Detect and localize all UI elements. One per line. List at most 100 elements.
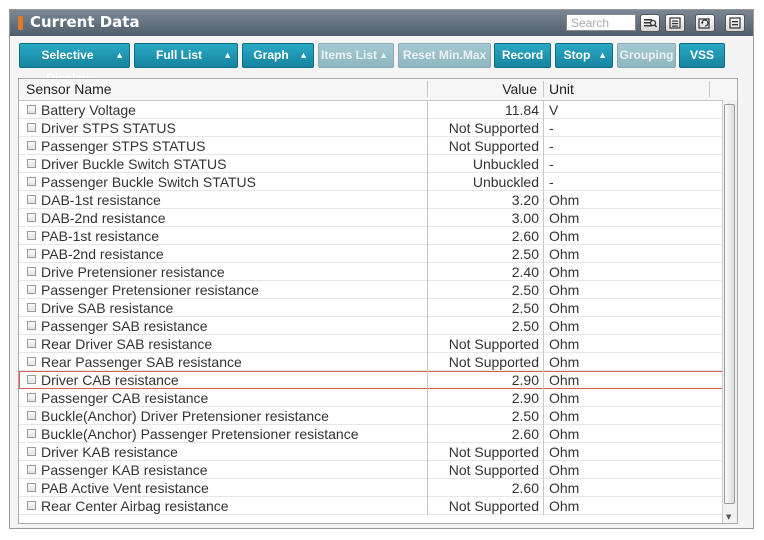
sensor-value: 2.40	[427, 263, 539, 281]
row-checkbox[interactable]	[27, 465, 36, 474]
chevron-updown-icon: ▲	[379, 50, 388, 60]
row-checkbox[interactable]	[27, 285, 36, 294]
table-row[interactable]: Passenger KAB resistance Not Supported Ohm	[19, 461, 729, 479]
table-row[interactable]: PAB-1st resistance 2.60 Ohm	[19, 227, 729, 245]
table-row[interactable]: PAB Active Vent resistance 2.60 Ohm	[19, 479, 729, 497]
row-checkbox[interactable]	[27, 447, 36, 456]
sensor-unit: Ohm	[543, 479, 579, 497]
list-icon[interactable]	[665, 14, 685, 32]
row-checkbox[interactable]	[27, 411, 36, 420]
table-row[interactable]: Drive Pretensioner resistance 2.40 Ohm	[19, 263, 729, 281]
refresh-icon[interactable]	[695, 14, 715, 32]
sensor-name: Passenger Buckle Switch STATUS	[41, 174, 257, 190]
scroll-down-icon[interactable]: ▼	[726, 513, 731, 521]
table-row[interactable]: DAB-1st resistance 3.20 Ohm	[19, 191, 729, 209]
row-checkbox[interactable]	[27, 321, 36, 330]
row-checkbox[interactable]	[27, 303, 36, 312]
row-checkbox[interactable]	[27, 249, 36, 258]
table-row[interactable]: Rear Passenger SAB resistance Not Support…	[19, 353, 729, 371]
sensor-value: 2.50	[427, 407, 539, 425]
row-checkbox[interactable]	[27, 195, 36, 204]
table-row[interactable]: Drive SAB resistance 2.50 Ohm	[19, 299, 729, 317]
row-checkbox[interactable]	[27, 267, 36, 276]
table-row[interactable]: Passenger SAB resistance 2.50 Ohm	[19, 317, 729, 335]
table-row[interactable]: Battery Voltage 11.84 V	[19, 101, 729, 119]
column-divider[interactable]	[543, 81, 544, 97]
table-row[interactable]: Buckle(Anchor) Passenger Pretensioner re…	[19, 425, 729, 443]
sensor-name: Drive Pretensioner resistance	[41, 264, 225, 280]
row-checkbox[interactable]	[27, 105, 36, 114]
sensor-unit: Ohm	[543, 461, 579, 479]
column-header-sensor-name[interactable]: Sensor Name	[26, 81, 112, 97]
column-header-value[interactable]: Value	[459, 81, 537, 97]
sensor-unit: Ohm	[543, 191, 579, 209]
row-checkbox[interactable]	[27, 357, 36, 366]
sensor-name: Buckle(Anchor) Passenger Pretensioner re…	[41, 426, 359, 442]
sensor-name: Battery Voltage	[41, 102, 136, 118]
sensor-value: 2.50	[427, 299, 539, 317]
reset-min-max-button[interactable]: Reset Min.Max	[398, 43, 491, 68]
table-row[interactable]: Driver CAB resistance 2.90 Ohm	[19, 371, 729, 389]
column-header-unit[interactable]: Unit	[549, 81, 574, 97]
table-row[interactable]: Driver KAB resistance Not Supported Ohm	[19, 443, 729, 461]
row-checkbox[interactable]	[27, 483, 36, 492]
table-row[interactable]: Rear Driver SAB resistance Not Supported O…	[19, 335, 729, 353]
table-row[interactable]: PAB-2nd resistance 2.50 Ohm	[19, 245, 729, 263]
graph-dropdown[interactable]: Graph ▲	[242, 43, 314, 68]
row-checkbox[interactable]	[27, 213, 36, 222]
sensor-unit: Ohm	[543, 209, 579, 227]
sensor-unit: Ohm	[543, 263, 579, 281]
row-checkbox[interactable]	[27, 339, 36, 348]
table-row[interactable]: Passenger Pretensioner resistance 2.50 Ohm	[19, 281, 729, 299]
row-checkbox[interactable]	[27, 501, 36, 510]
sensor-value: Unbuckled	[427, 173, 539, 191]
title-marker	[18, 16, 23, 30]
column-divider[interactable]	[709, 81, 710, 97]
sensor-name: Passenger CAB resistance	[41, 390, 209, 406]
scrollbar-thumb[interactable]	[724, 104, 735, 504]
search-input[interactable]: Search	[566, 14, 636, 31]
row-checkbox[interactable]	[27, 123, 36, 132]
sensor-unit: Ohm	[543, 317, 579, 335]
table-row[interactable]: Rear Center Airbag resistance Not Support…	[19, 497, 729, 515]
sensor-unit: -	[543, 173, 554, 191]
row-checkbox[interactable]	[27, 159, 36, 168]
vss-button[interactable]: VSS	[679, 43, 725, 68]
stop-dropdown[interactable]: Stop ▲	[555, 43, 613, 68]
search-icon[interactable]	[640, 14, 660, 32]
table-row[interactable]: Passenger Buckle Switch STATUS Unbuckled -	[19, 173, 729, 191]
table-row[interactable]: Passenger CAB resistance 2.90 Ohm	[19, 389, 729, 407]
row-checkbox[interactable]	[27, 429, 36, 438]
sensor-name: Driver STPS STATUS	[41, 120, 176, 136]
sensor-value: Unbuckled	[427, 155, 539, 173]
table-row[interactable]: Driver Buckle Switch STATUS Unbuckled -	[19, 155, 729, 173]
items-list-dropdown[interactable]: Items List ▲	[318, 43, 394, 68]
row-checkbox[interactable]	[27, 177, 36, 186]
sensor-unit: Ohm	[543, 245, 579, 263]
table-body: Battery Voltage 11.84 V Driver STPS STATUS N…	[19, 101, 729, 515]
record-button[interactable]: Record	[494, 43, 551, 68]
table-row[interactable]: Driver STPS STATUS Not Supported -	[19, 119, 729, 137]
table-row[interactable]: Buckle(Anchor) Driver Pretensioner resis…	[19, 407, 729, 425]
sensor-value: 2.50	[427, 281, 539, 299]
row-checkbox[interactable]	[27, 375, 36, 384]
sensor-value: Not Supported	[427, 461, 539, 479]
sensor-unit: V	[543, 101, 558, 119]
table-row[interactable]: DAB-2nd resistance 3.00 Ohm	[19, 209, 729, 227]
table-row[interactable]: Passenger STPS STATUS Not Supported -	[19, 137, 729, 155]
sensor-name: Buckle(Anchor) Driver Pretensioner resis…	[41, 408, 329, 424]
sensor-value: Not Supported	[427, 137, 539, 155]
column-divider[interactable]	[427, 81, 428, 97]
row-checkbox[interactable]	[27, 141, 36, 150]
vertical-scrollbar[interactable]: ▲ ▼	[722, 100, 737, 523]
grouping-button[interactable]: Grouping	[617, 43, 676, 68]
row-checkbox[interactable]	[27, 231, 36, 240]
sensor-name: Rear Center Airbag resistance	[41, 498, 229, 514]
selective-display-dropdown[interactable]: Selective Display▲	[19, 43, 130, 85]
sensor-name: PAB-2nd resistance	[41, 246, 164, 262]
row-checkbox[interactable]	[27, 393, 36, 402]
full-list-dropdown[interactable]: Full List ▲	[134, 43, 238, 68]
sensor-unit: Ohm	[543, 335, 579, 353]
menu-icon[interactable]	[725, 14, 745, 32]
sensor-unit: Ohm	[543, 425, 579, 443]
